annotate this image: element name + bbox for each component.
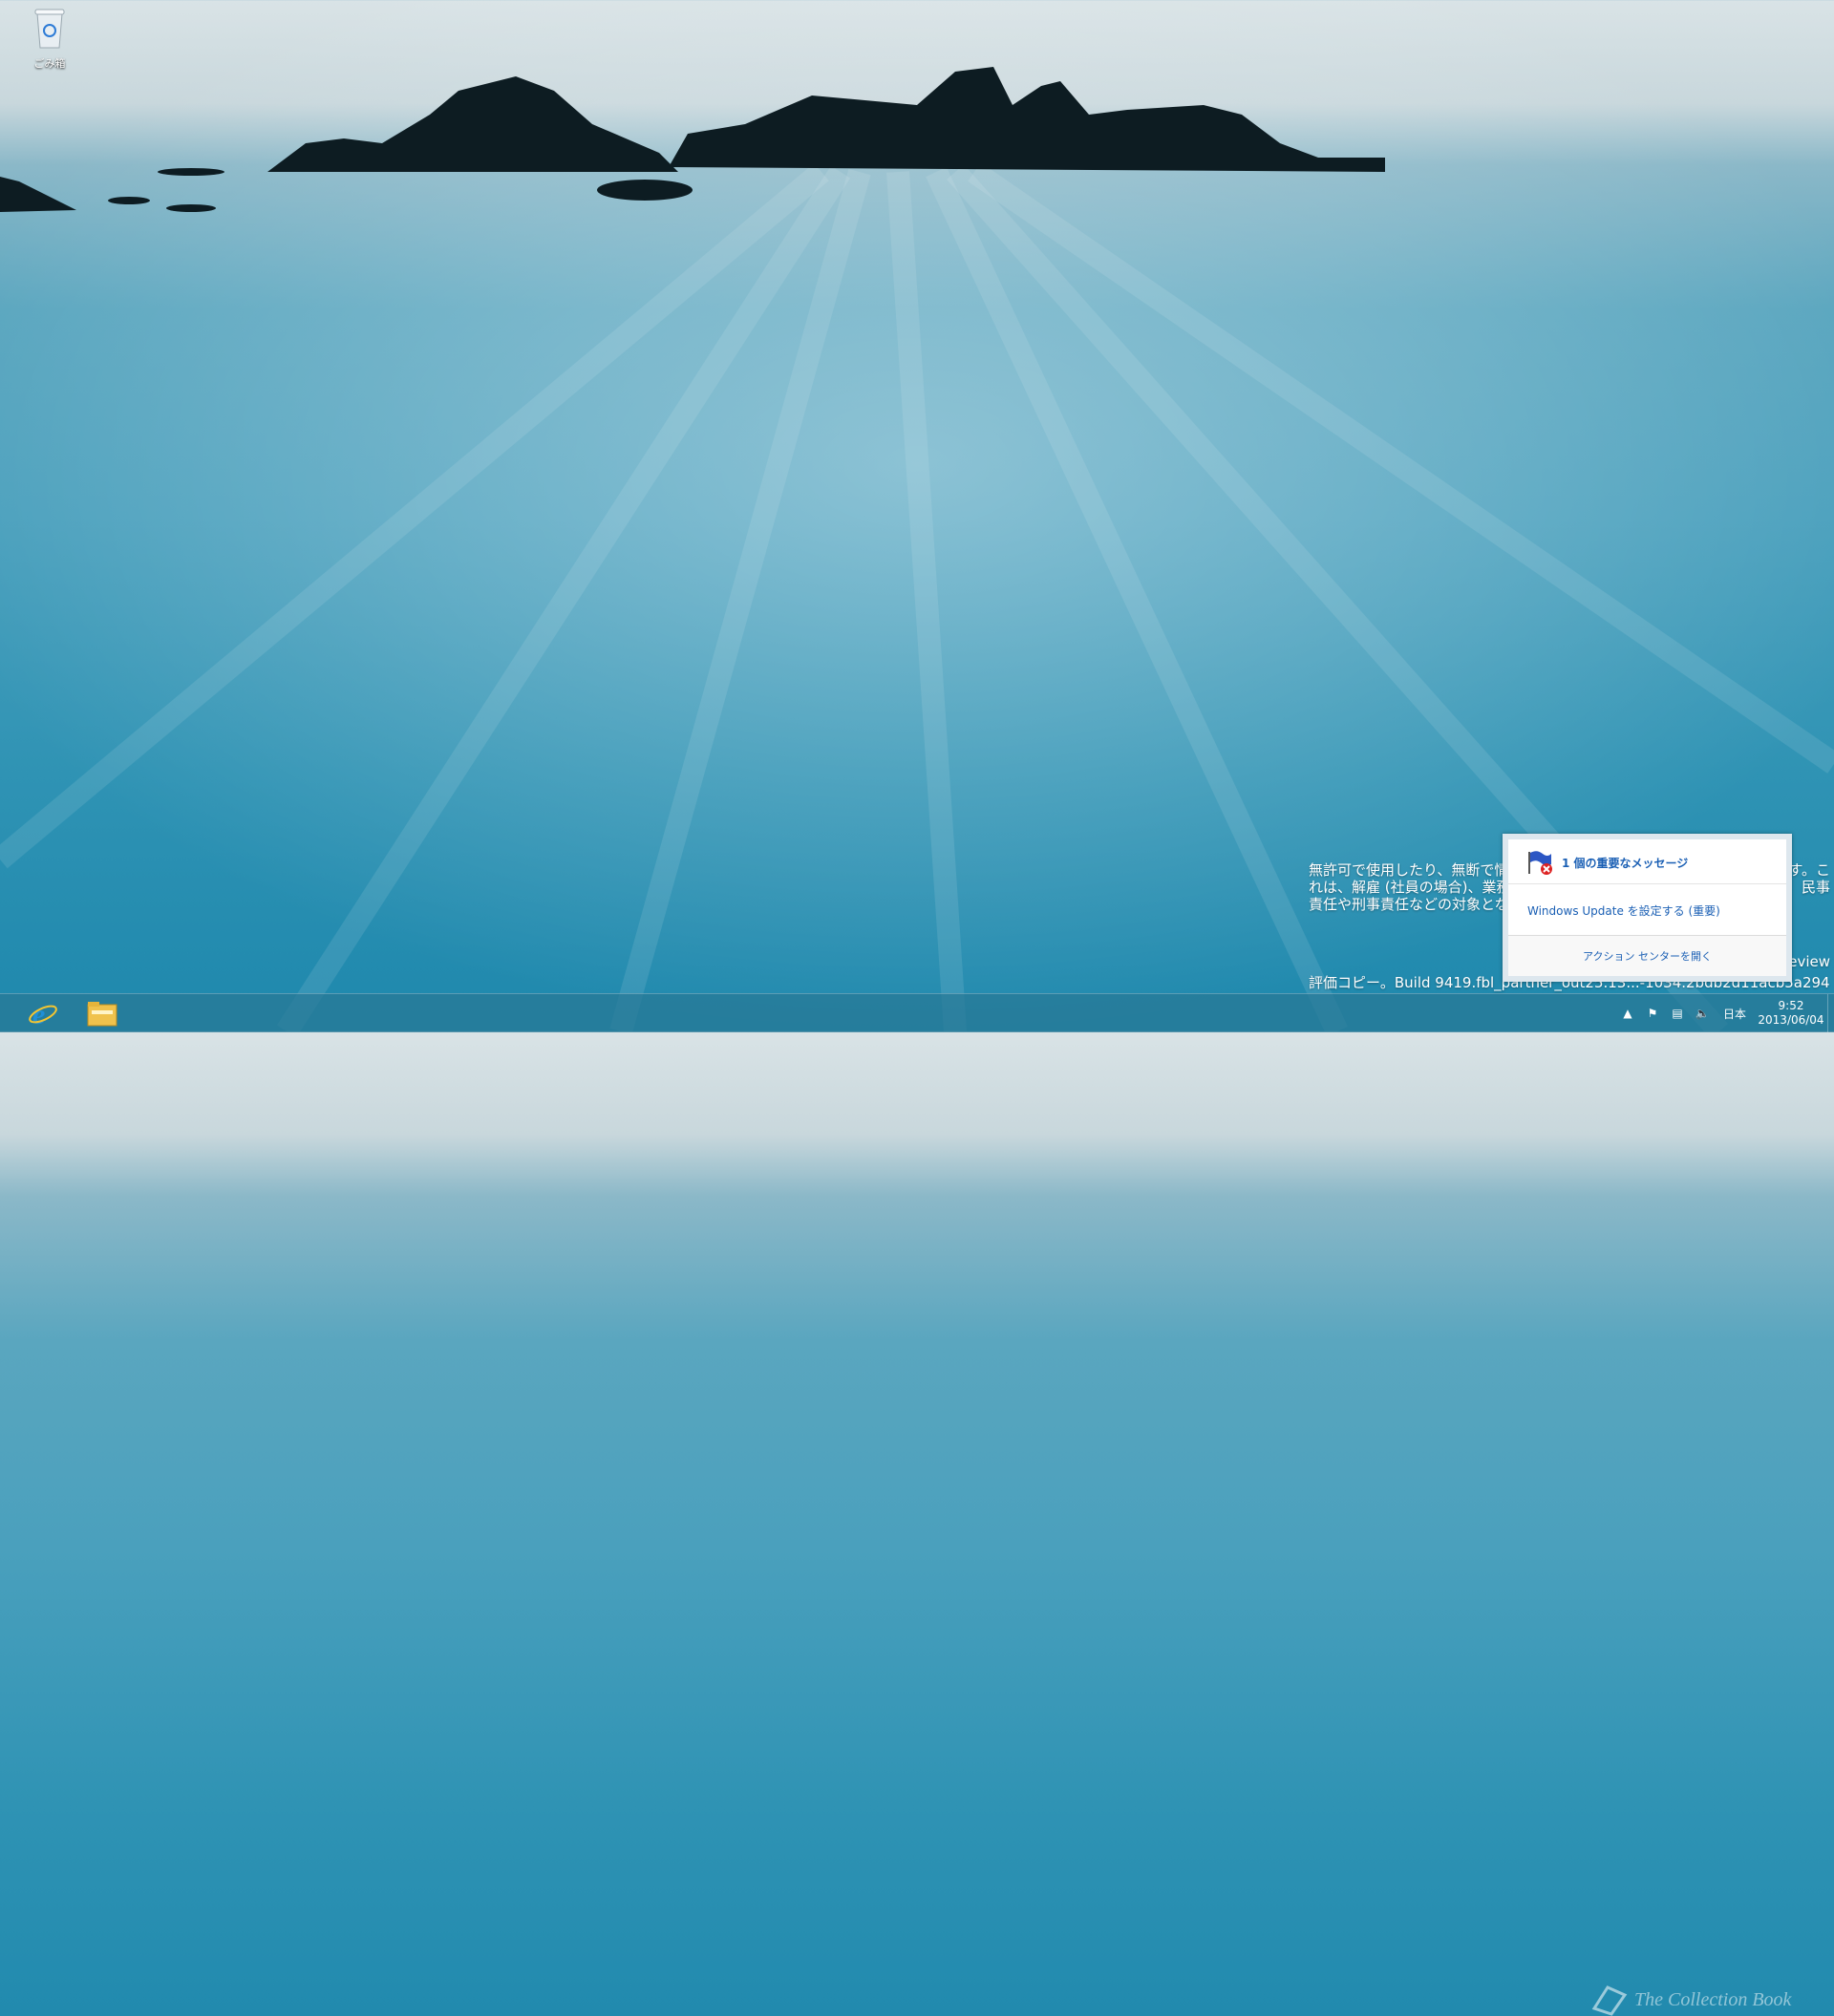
recycle-bin-label: ごみ箱	[33, 57, 66, 70]
taskbar-file-explorer[interactable]	[75, 996, 130, 1030]
notification-divider	[1508, 883, 1786, 884]
clock-date: 2013/06/04	[1758, 1013, 1824, 1027]
windows-update-link[interactable]: Windows Update を設定する (重要)	[1527, 902, 1720, 919]
clock-time: 9:52	[1778, 999, 1804, 1012]
file-explorer-icon	[87, 1002, 117, 1027]
show-hidden-icons-icon[interactable]: ▲	[1618, 1007, 1637, 1020]
network-icon[interactable]: ▤	[1668, 1007, 1687, 1020]
volume-icon[interactable]: 🔈	[1693, 1007, 1712, 1020]
site-watermark: The Collection Book	[1590, 1984, 1791, 2016]
watermark-preview: eview	[1788, 953, 1830, 970]
system-tray: ▲ ⚑ ▤ 🔈 日本 9:52 2013/06/04	[1615, 994, 1834, 1032]
recycle-bin-icon	[34, 9, 65, 49]
taskbar-internet-explorer[interactable]: e	[15, 996, 71, 1030]
clock[interactable]: 9:52 2013/06/04	[1755, 999, 1827, 1028]
internet-explorer-icon: e	[29, 999, 57, 1029]
open-action-center-link[interactable]: アクション センターを開く	[1508, 935, 1786, 976]
notification-header[interactable]: 1 個の重要なメッセージ	[1525, 849, 1688, 876]
language-indicator[interactable]: 日本	[1717, 1006, 1752, 1022]
book-logo-icon	[1591, 1985, 1628, 2016]
show-desktop-button[interactable]	[1827, 994, 1834, 1032]
action-center-tray-icon[interactable]: ⚑	[1643, 1007, 1662, 1020]
action-center-flag-icon	[1528, 851, 1552, 875]
notification-title: 1 個の重要なメッセージ	[1562, 856, 1689, 870]
action-center-notification: 1 個の重要なメッセージ Windows Update を設定する (重要) ア…	[1503, 834, 1792, 982]
taskbar: e The Collection Book ▲ ⚑ ▤ 🔈 日本 9:52 20…	[0, 993, 1834, 2016]
desktop-icon-recycle-bin[interactable]: ごみ箱	[21, 6, 78, 71]
